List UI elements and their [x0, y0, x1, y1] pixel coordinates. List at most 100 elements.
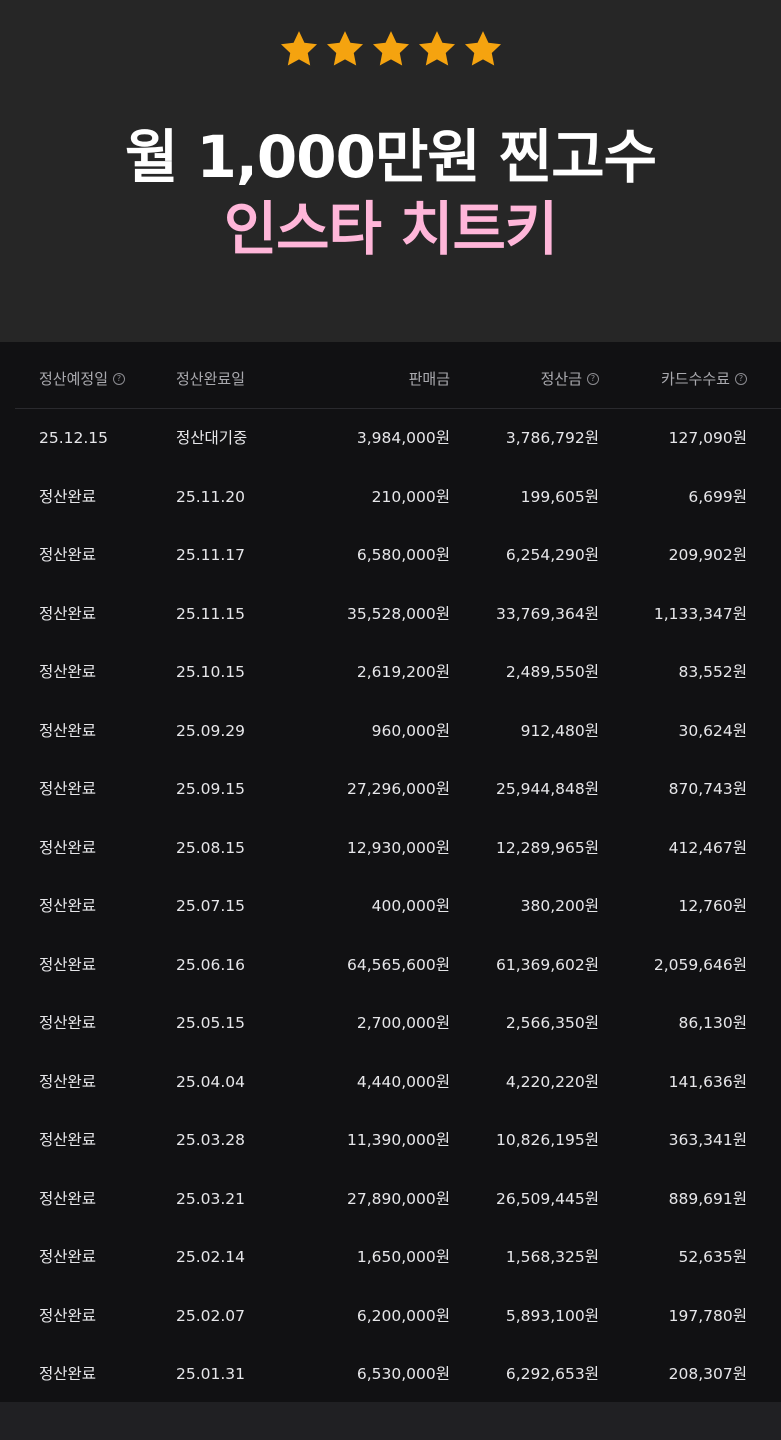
table-row: 정산완료 25.02.07 6,200,000원 5,893,100원 197,780원 [15, 1287, 781, 1346]
header-completed-date: 정산완료일 [176, 370, 246, 388]
cell-sales-amount: 35,528,000원 [346, 604, 450, 623]
header-scheduled-date: 정산예정일? [39, 350, 126, 408]
cell-scheduled-date: 정산완료 [39, 838, 97, 857]
cell-card-fee: 197,780원 [668, 1306, 747, 1325]
headline-line-2: 인스타 치트키 [223, 195, 558, 263]
table-row: 정산완료 25.03.21 27,890,000원 26,509,445원 889,69… [15, 1170, 781, 1229]
table-body: 25.12.15 정산대기중 3,984,000원 3,786,792원 127,090… [15, 409, 781, 1404]
cell-settlement-amount: 380,200원 [520, 897, 599, 915]
header-settlement-amount-label: 정산금 [540, 370, 582, 388]
cell-card-fee: 6,699원 [688, 487, 747, 506]
table-row: 정산완료 25.04.04 4,440,000원 4,220,220원 141,636원 [15, 1053, 781, 1112]
table-row: 정산완료 25.05.15 2,700,000원 2,566,350원 86,130원 [15, 994, 781, 1053]
cell-card-fee: 52,635원 [678, 1248, 748, 1266]
cell-completed-date: 25.07.15 [176, 897, 246, 915]
cell-scheduled-date: 정산완료 [39, 1365, 97, 1383]
cell-card-fee: 870,743원 [668, 780, 747, 798]
help-icon[interactable]: ? [587, 372, 599, 385]
cell-settlement-amount: 61,369,602원 [495, 955, 599, 974]
cell-sales-amount: 6,200,000원 [356, 1306, 450, 1325]
cell-completed-date: 25.11.20 [176, 487, 246, 506]
cell-card-fee: 1,133,347원 [653, 604, 747, 623]
cell-sales-amount: 210,000원 [371, 487, 450, 506]
cell-completed-date: 25.06.16 [176, 955, 246, 974]
cell-card-fee: 412,467원 [668, 838, 747, 857]
cell-completed-date: 25.04.04 [176, 1072, 246, 1091]
cell-sales-amount: 2,619,200원 [356, 663, 450, 681]
table-header: 정산예정일? 정산완료일 판매금 정산금? 카드수수료? [15, 350, 781, 409]
rating-stars [0, 28, 781, 70]
cell-scheduled-date: 정산완료 [39, 897, 97, 915]
cell-scheduled-date: 정산완료 [39, 1131, 97, 1149]
cell-card-fee: 363,341원 [668, 1131, 747, 1149]
cell-card-fee: 30,624원 [678, 721, 748, 740]
header-scheduled-date-label: 정산예정일 [39, 370, 109, 388]
header-settlement-amount: 정산금? [541, 350, 599, 408]
star-icon [418, 31, 455, 66]
cell-sales-amount: 27,890,000원 [346, 1189, 450, 1208]
cell-card-fee: 83,552원 [678, 663, 748, 681]
cell-scheduled-date: 정산완료 [39, 546, 97, 564]
cell-sales-amount: 64,565,600원 [346, 955, 450, 974]
cell-scheduled-date: 정산완료 [39, 487, 97, 506]
cell-settlement-amount: 2,566,350원 [505, 1014, 599, 1032]
bottom-bar [0, 1402, 781, 1440]
cell-settlement-amount: 12,289,965원 [495, 838, 599, 857]
cell-card-fee: 12,760원 [678, 897, 748, 915]
star-icon [326, 31, 363, 66]
cell-sales-amount: 400,000원 [371, 897, 450, 915]
cell-card-fee: 209,902원 [668, 546, 747, 564]
cell-settlement-amount: 25,944,848원 [495, 780, 599, 798]
cell-sales-amount: 2,700,000원 [356, 1014, 450, 1032]
table-row: 정산완료 25.02.14 1,650,000원 1,568,325원 52,635원 [15, 1228, 781, 1287]
cell-completed-date: 25.10.15 [176, 663, 246, 681]
cell-completed-date: 25.11.17 [176, 546, 246, 564]
cell-scheduled-date: 정산완료 [39, 955, 97, 974]
cell-completed-date: 25.09.15 [176, 780, 246, 798]
table-row: 정산완료 25.07.15 400,000원 380,200원 12,760원 [15, 877, 781, 936]
cell-scheduled-date: 25.12.15 [39, 429, 109, 447]
table-row: 정산완료 25.09.29 960,000원 912,480원 30,624원 [15, 702, 781, 761]
cell-scheduled-date: 정산완료 [39, 780, 97, 798]
cell-settlement-amount: 5,893,100원 [505, 1306, 599, 1325]
cell-completed-date: 25.02.14 [176, 1248, 246, 1266]
settlement-table: 정산예정일? 정산완료일 판매금 정산금? 카드수수료? 25.12.15 정산대… [0, 342, 781, 1402]
cell-scheduled-date: 정산완료 [39, 1072, 97, 1091]
cell-scheduled-date: 정산완료 [39, 1189, 97, 1208]
cell-sales-amount: 6,580,000원 [356, 546, 450, 564]
cell-settlement-amount: 199,605원 [520, 487, 599, 506]
table-row: 정산완료 25.06.16 64,565,600원 61,369,602원 2,059,… [15, 936, 781, 995]
star-icon [464, 31, 501, 66]
header-card-fee: 카드수수료? [661, 350, 747, 408]
table-row: 정산완료 25.09.15 27,296,000원 25,944,848원 870,74… [15, 760, 781, 819]
cell-settlement-amount: 912,480원 [520, 721, 599, 740]
cell-card-fee: 2,059,646원 [653, 955, 747, 974]
cell-completed-date: 25.09.29 [176, 721, 246, 740]
help-icon[interactable]: ? [735, 372, 747, 385]
cell-settlement-amount: 3,786,792원 [505, 429, 599, 447]
cell-scheduled-date: 정산완료 [39, 1014, 97, 1032]
table-row: 정산완료 25.11.17 6,580,000원 6,254,290원 209,902원 [15, 526, 781, 585]
cell-card-fee: 889,691원 [668, 1189, 747, 1208]
cell-completed-date: 25.03.28 [176, 1131, 246, 1149]
table-row: 정산완료 25.08.15 12,930,000원 12,289,965원 412,46… [15, 819, 781, 878]
help-icon[interactable]: ? [113, 372, 126, 385]
cell-sales-amount: 6,530,000원 [356, 1365, 450, 1383]
cell-completed-date: 정산대기중 [176, 429, 248, 447]
cell-scheduled-date: 정산완료 [39, 1248, 97, 1266]
cell-settlement-amount: 10,826,195원 [495, 1131, 599, 1149]
cell-sales-amount: 11,390,000원 [346, 1131, 450, 1149]
cell-settlement-amount: 4,220,220원 [505, 1072, 599, 1091]
header-sales-amount: 판매금 [408, 370, 450, 388]
cell-scheduled-date: 정산완료 [39, 663, 97, 681]
table-row: 25.12.15 정산대기중 3,984,000원 3,786,792원 127,090… [15, 409, 781, 468]
cell-settlement-amount: 2,489,550원 [505, 663, 599, 681]
cell-settlement-amount: 33,769,364원 [495, 604, 599, 623]
cell-scheduled-date: 정산완료 [39, 721, 97, 740]
header-card-fee-label: 카드수수료 [660, 370, 730, 388]
cell-sales-amount: 960,000원 [371, 721, 450, 740]
cell-card-fee: 141,636원 [668, 1072, 747, 1091]
cell-settlement-amount: 26,509,445원 [495, 1189, 599, 1208]
table-row: 정산완료 25.11.20 210,000원 199,605원 6,699원 [15, 468, 781, 527]
cell-card-fee: 127,090원 [668, 429, 747, 447]
